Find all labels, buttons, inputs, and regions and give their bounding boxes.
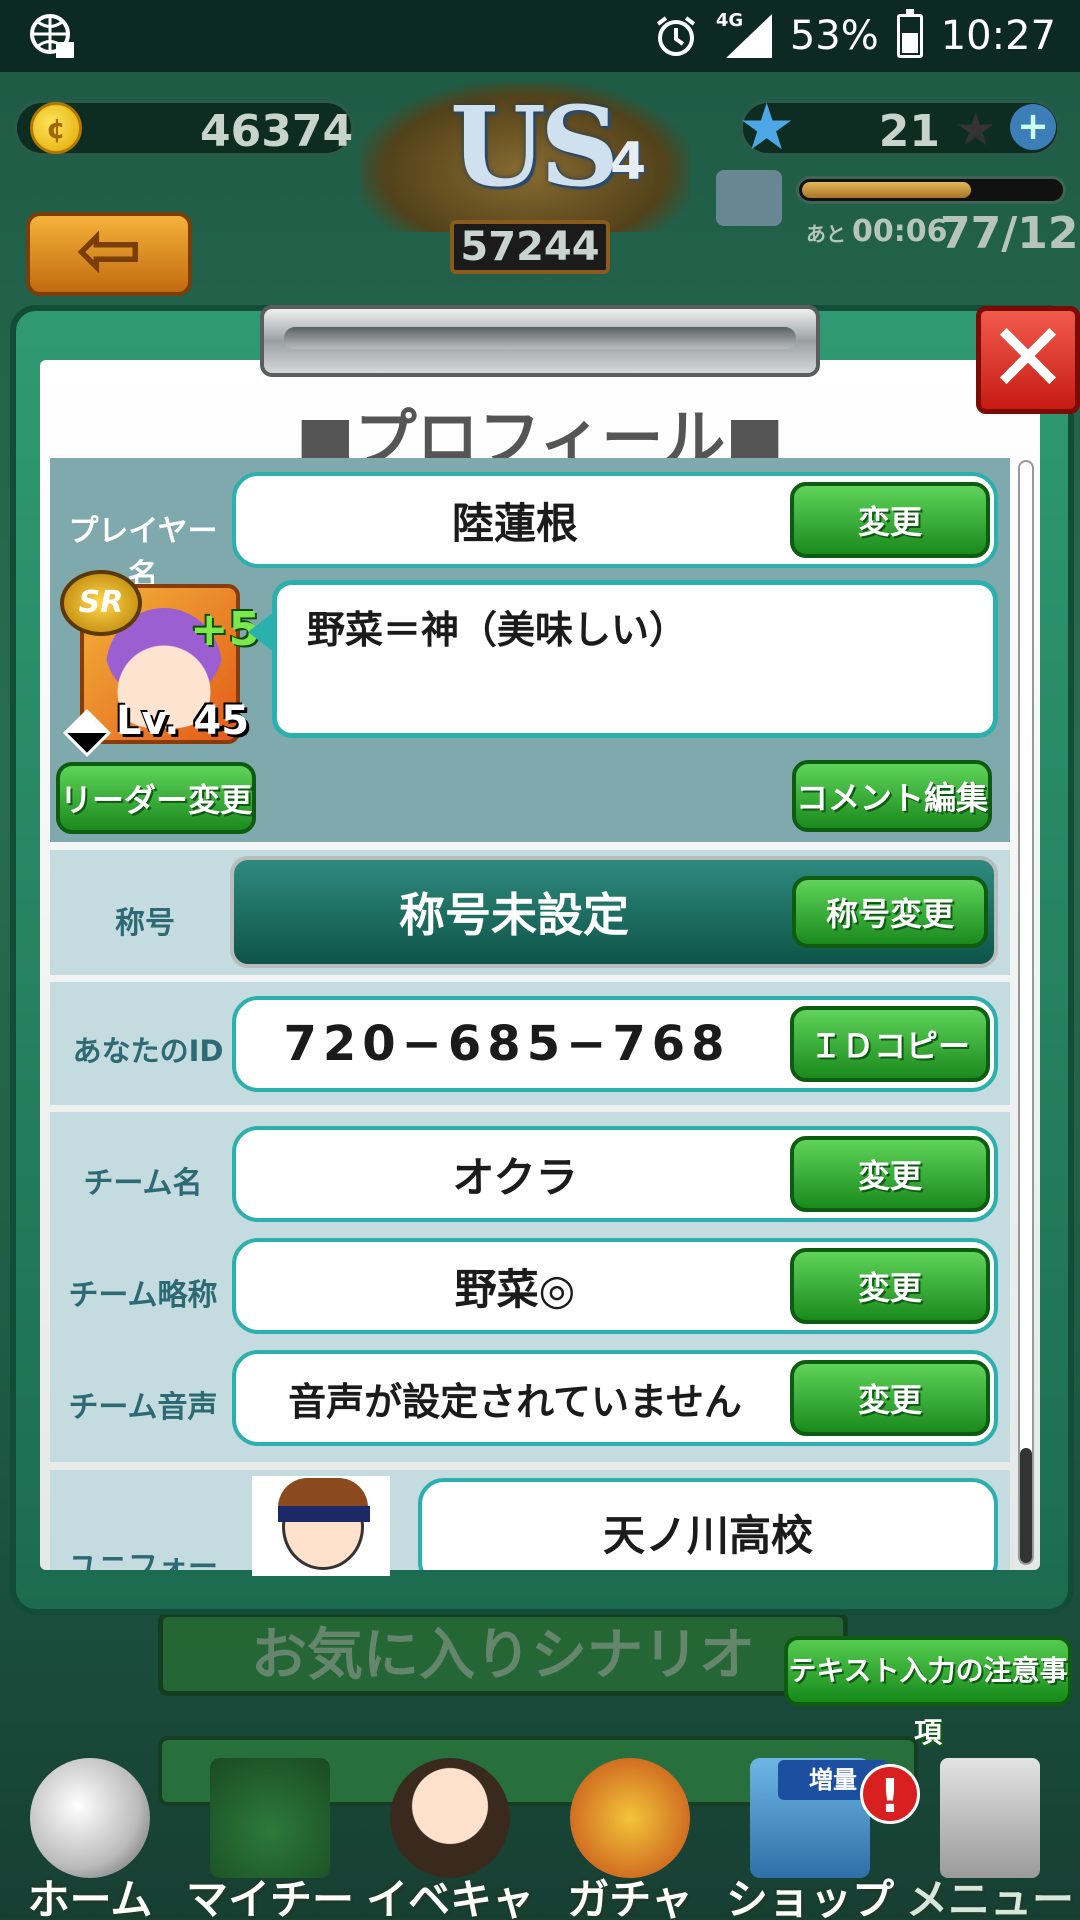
team-voice-label: チーム音声: [68, 1390, 218, 1425]
nav-gacha-label: ガチャ: [567, 1875, 693, 1920]
change-team-voice-button[interactable]: 変更: [790, 1360, 990, 1436]
your-id-label: あなたのID: [72, 1034, 224, 1068]
star-count: 21: [878, 106, 940, 157]
clipboard-clip: [260, 305, 820, 377]
uniform-row-panel: ユニフォーム 天ノ川高校: [50, 1470, 1010, 1570]
network-type: 4G: [715, 10, 744, 31]
comment-edit-button[interactable]: コメント編集: [792, 760, 992, 832]
coin-count: 46374: [200, 106, 354, 157]
change-team-name-button[interactable]: 変更: [790, 1136, 990, 1212]
change-player-name-button[interactable]: 変更: [790, 482, 990, 558]
team-players-icon: [210, 1758, 330, 1878]
event-character-icon: [390, 1758, 510, 1878]
nav-home[interactable]: ホーム: [0, 1750, 180, 1920]
uniform-label: ユニフォーム: [68, 1550, 218, 1570]
comment-text: 野菜＝神（美味しい）: [272, 580, 998, 738]
add-stars-button[interactable]: +: [1010, 104, 1056, 150]
dialog-scrollbar[interactable]: [1018, 460, 1034, 1565]
menu-document-icon: [940, 1758, 1040, 1878]
back-button[interactable]: ⇦: [26, 210, 192, 296]
nav-menu[interactable]: メニュー: [900, 1750, 1080, 1920]
leader-level: Lv. 45: [116, 698, 250, 744]
nav-event-characters-label: イベキャラ: [365, 1875, 534, 1920]
stamina-timer-value: 00:06: [852, 214, 948, 249]
text-input-notes-button[interactable]: テキスト入力の注意事項: [784, 1636, 1072, 1749]
uniform-school-field: 天ノ川高校: [418, 1478, 998, 1570]
title-label: 称号: [115, 906, 175, 941]
title-value: 称号未設定: [399, 888, 629, 942]
nav-shop-label: ショップ: [725, 1875, 894, 1920]
change-title-button[interactable]: 称号変更: [792, 876, 988, 948]
vpn-globe-icon: [30, 14, 74, 58]
change-team-short-button[interactable]: 変更: [790, 1248, 990, 1324]
nav-menu-label: メニュー: [905, 1875, 1074, 1920]
close-button[interactable]: ✕: [976, 306, 1080, 414]
stamina-timer-prefix: あと: [806, 222, 846, 246]
gacha-star-icon: [570, 1758, 690, 1878]
nav-home-label: ホーム: [27, 1875, 153, 1920]
rank-label: US: [450, 82, 619, 211]
stamina-timer: あと 00:06: [806, 214, 948, 249]
stamina-icon: [716, 170, 782, 226]
nav-gacha[interactable]: ガチャ: [540, 1750, 720, 1920]
soccer-ball-icon: [30, 1758, 150, 1878]
favorite-scenario-button: お気に入りシナリオ: [158, 1612, 848, 1696]
stamina-count: 77/120: [940, 208, 1080, 259]
nav-my-team-label: マイチーム: [185, 1875, 354, 1920]
battery-icon: [896, 9, 923, 58]
status-bar: 4G 53% 10:27: [0, 0, 1080, 72]
copy-id-button[interactable]: ＩＤコピー: [790, 1006, 990, 1082]
uniform-character-portrait[interactable]: [252, 1476, 390, 1576]
battery-percent: 53%: [789, 13, 879, 59]
team-name-label: チーム名: [83, 1166, 203, 1201]
stamina-bar: [796, 176, 1066, 204]
team-short-label: チーム略称: [68, 1278, 218, 1313]
notice-badge: !: [860, 1764, 920, 1824]
alarm-clock-icon: [656, 16, 696, 56]
bottom-nav: ホーム マイチーム イベキャラ ガチャ ショップ メニュー: [0, 1750, 1080, 1920]
rank-level: 4: [610, 132, 647, 192]
top-hud: ¢ 46374 US 4 57244 ★ 21 ★ + あと 00:06 77/1…: [0, 72, 1080, 312]
coin-icon: ¢: [30, 102, 82, 154]
leader-change-button[interactable]: リーダー変更: [56, 762, 256, 834]
rarity-badge: SR: [60, 570, 142, 636]
rank-score: 57244: [450, 220, 610, 274]
nav-event-characters[interactable]: イベキャラ: [360, 1750, 540, 1920]
clock: 10:27: [940, 13, 1056, 59]
nav-my-team[interactable]: マイチーム: [180, 1750, 360, 1920]
cell-signal-icon: 4G: [716, 10, 772, 58]
rank-emblem[interactable]: US 4 57244: [360, 72, 690, 282]
dialog-scrollbar-thumb[interactable]: [1020, 1448, 1032, 1563]
dark-star-icon: ★: [955, 102, 997, 156]
blue-star-icon: ★: [738, 91, 796, 165]
